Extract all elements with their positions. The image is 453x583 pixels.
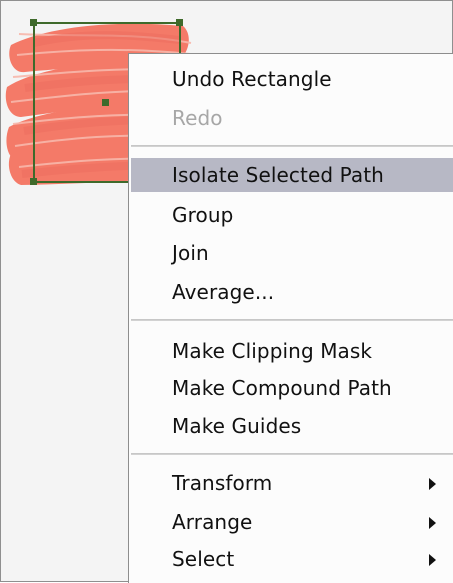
menu-item-join[interactable]: Join [131,236,453,270]
menu-item-make-guides[interactable]: Make Guides [131,409,453,443]
menu-separator [131,319,453,321]
artboard-canvas[interactable]: Undo Rectangle Redo Isolate Selected Pat… [0,0,453,583]
menu-item-label: Make Guides [172,414,302,438]
anchor-point-icon [176,19,183,26]
menu-item-average[interactable]: Average... [131,275,453,309]
submenu-arrow-icon [429,517,436,529]
anchor-point-icon [30,19,37,26]
menu-item-label: Average... [172,280,275,304]
menu-item-label: Redo [172,106,223,130]
menu-separator [131,453,453,455]
menu-item-label: Isolate Selected Path [172,163,384,187]
submenu-arrow-icon [429,554,436,566]
anchor-point-icon [102,99,109,106]
menu-item-undo-rectangle[interactable]: Undo Rectangle [131,62,453,96]
menu-item-transform[interactable]: Transform [131,466,453,500]
menu-item-label: Select [172,547,235,571]
context-menu[interactable]: Undo Rectangle Redo Isolate Selected Pat… [128,53,453,583]
menu-item-group[interactable]: Group [131,198,453,232]
menu-item-select[interactable]: Select [131,542,453,576]
menu-item-redo: Redo [131,101,453,135]
menu-item-label: Make Compound Path [172,376,392,400]
menu-item-make-clipping-mask[interactable]: Make Clipping Mask [131,334,453,368]
menu-item-isolate-selected-path[interactable]: Isolate Selected Path [131,158,453,192]
menu-item-label: Arrange [172,510,253,534]
menu-item-label: Join [172,241,209,265]
menu-item-label: Make Clipping Mask [172,339,373,363]
menu-item-label: Transform [172,471,273,495]
menu-item-label: Group [172,203,234,227]
menu-item-label: Undo Rectangle [172,67,332,91]
menu-separator [131,145,453,147]
menu-item-make-compound-path[interactable]: Make Compound Path [131,371,453,405]
submenu-arrow-icon [429,478,436,490]
anchor-point-icon [30,178,37,185]
menu-item-arrange[interactable]: Arrange [131,505,453,539]
